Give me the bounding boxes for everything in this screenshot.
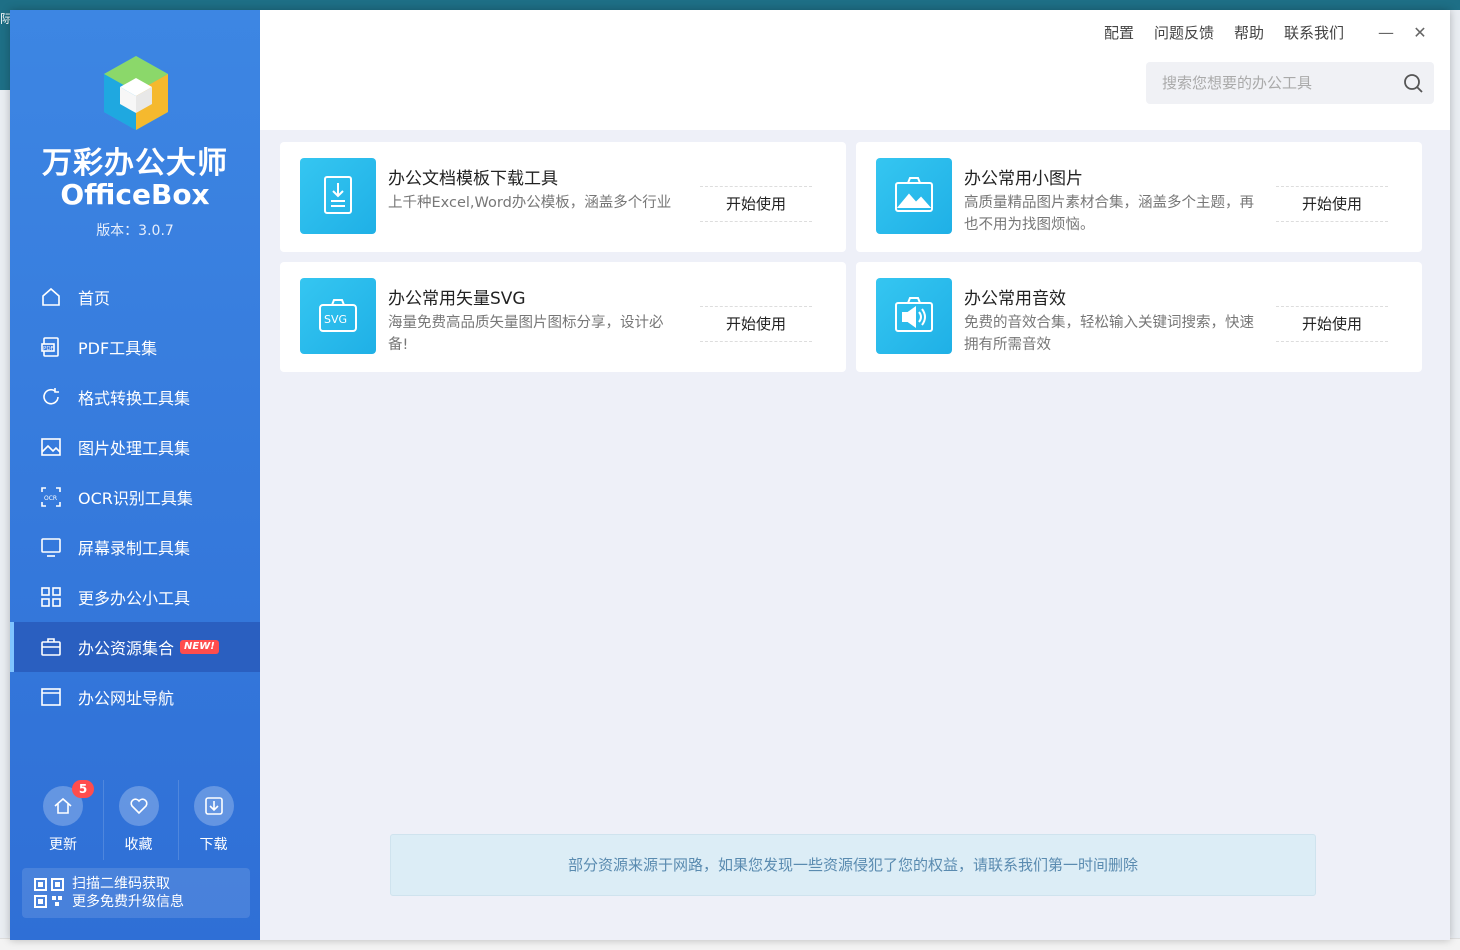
card-description: 海量免费高品质矢量图片图标分享，设计必备! — [388, 315, 664, 353]
sidebar-item-web-navigation[interactable]: 办公网址导航 — [10, 672, 260, 722]
sidebar: 万彩办公大师 OfficeBox 版本：3.0.7 首页 PDF PDF工具集 … — [10, 10, 260, 940]
sidebar-item-label: 屏幕录制工具集 — [78, 539, 191, 558]
sidebar-item-label: 办公网址导航 — [78, 689, 175, 708]
resource-cards: 办公文档模板下载工具 上千种Excel,Word办公模板，涵盖多个行业 开始使用… — [280, 142, 1432, 382]
app-window: 万彩办公大师 OfficeBox 版本：3.0.7 首页 PDF PDF工具集 … — [10, 10, 1450, 940]
sidebar-item-label: 格式转换工具集 — [78, 389, 191, 408]
sound-icon — [876, 278, 952, 354]
search-icon[interactable] — [1402, 72, 1424, 94]
sidebar-item-label: 图片处理工具集 — [78, 439, 191, 458]
picture-icon — [876, 158, 952, 234]
sidebar-item-image-tools[interactable]: 图片处理工具集 — [10, 422, 260, 472]
officebox-logo-icon — [104, 56, 168, 130]
sidebar-item-pdf[interactable]: PDF PDF工具集 — [10, 322, 260, 372]
grid-icon — [40, 586, 62, 608]
sidebar-item-label: OCR识别工具集 — [78, 489, 193, 508]
monitor-icon — [40, 536, 62, 558]
sidebar-item-office-resources[interactable]: 办公资源集合 NEW! — [10, 622, 260, 672]
brand-name-en: OfficeBox — [60, 178, 210, 211]
minimize-button[interactable]: — — [1374, 20, 1398, 44]
download-button[interactable]: 下载 — [178, 780, 248, 860]
ocr-icon: OCR — [40, 486, 62, 508]
start-button[interactable]: 开始使用 — [1276, 186, 1388, 222]
start-button[interactable]: 开始使用 — [1276, 306, 1388, 342]
card-description: 高质量精品图片素材合集，涵盖多个主题，再也不用为找图烦恼。 — [964, 195, 1254, 233]
search-input[interactable] — [1146, 62, 1396, 104]
briefcase-icon — [40, 636, 62, 658]
card-title: 办公常用矢量SVG — [388, 289, 526, 309]
heart-icon — [118, 786, 159, 826]
sidebar-item-home[interactable]: 首页 — [10, 272, 260, 322]
settings-link[interactable]: 配置 — [1104, 22, 1134, 43]
download-icon — [193, 786, 234, 826]
svg-text:SVG: SVG — [324, 313, 347, 326]
sidebar-item-screen-record[interactable]: 屏幕录制工具集 — [10, 522, 260, 572]
svg-text:PDF: PDF — [43, 346, 54, 352]
quick-actions: 5 更新 收藏 下载 — [28, 780, 248, 860]
new-badge: NEW! — [180, 640, 219, 654]
svg-icon: SVG — [300, 278, 376, 354]
help-link[interactable]: 帮助 — [1234, 22, 1264, 43]
card-vector-svg: SVG 办公常用矢量SVG 海量免费高品质矢量图片图标分享，设计必备! 开始使用 — [280, 262, 846, 372]
card-title: 办公常用小图片 — [964, 169, 1083, 189]
browser-icon — [40, 686, 62, 708]
card-title: 办公常用音效 — [964, 289, 1066, 309]
sidebar-item-ocr[interactable]: OCR OCR识别工具集 — [10, 472, 260, 522]
update-label: 更新 — [49, 837, 77, 853]
brand-name-cn: 万彩办公大师 — [42, 146, 228, 181]
copyright-notice: 部分资源来源于网路，如果您发现一些资源侵犯了您的权益，请联系我们第一时间删除 — [390, 834, 1316, 896]
qr-code-icon — [34, 878, 64, 908]
start-button[interactable]: 开始使用 — [700, 186, 812, 222]
card-description: 上千种Excel,Word办公模板，涵盖多个行业 — [388, 195, 672, 211]
update-button[interactable]: 5 更新 — [28, 780, 98, 860]
pdf-icon: PDF — [40, 336, 62, 358]
svg-text:OCR: OCR — [44, 495, 57, 502]
qr-line-2: 更多免费升级信息 — [72, 894, 184, 910]
home-icon — [40, 286, 62, 308]
qr-text: 扫描二维码获取 更多免费升级信息 — [72, 875, 184, 911]
qr-promo[interactable]: 扫描二维码获取 更多免费升级信息 — [22, 868, 250, 918]
contact-link[interactable]: 联系我们 — [1284, 22, 1344, 43]
document-download-icon — [300, 158, 376, 234]
download-label: 下载 — [199, 837, 228, 853]
start-button[interactable]: 开始使用 — [700, 306, 812, 342]
sidebar-item-label: 首页 — [78, 289, 111, 308]
card-common-pictures: 办公常用小图片 高质量精品图片素材合集，涵盖多个主题，再也不用为找图烦恼。 开始… — [856, 142, 1422, 252]
favorites-label: 收藏 — [124, 837, 153, 853]
header: 配置 问题反馈 帮助 联系我们 — ✕ — [260, 10, 1450, 130]
image-icon — [40, 436, 62, 458]
sidebar-item-format-convert[interactable]: 格式转换工具集 — [10, 372, 260, 422]
refresh-icon — [40, 386, 62, 408]
sidebar-item-label: 更多办公小工具 — [78, 589, 191, 608]
search-box — [1146, 62, 1434, 104]
header-links: 配置 问题反馈 帮助 联系我们 — ✕ — [1104, 20, 1432, 44]
qr-line-1: 扫描二维码获取 — [72, 876, 170, 892]
card-sound-effects: 办公常用音效 免费的音效合集，轻松输入关键词搜索，快速拥有所需音效 开始使用 — [856, 262, 1422, 372]
version-label: 版本：3.0.7 — [96, 223, 174, 239]
update-count-badge: 5 — [72, 780, 94, 798]
card-document-templates: 办公文档模板下载工具 上千种Excel,Word办公模板，涵盖多个行业 开始使用 — [280, 142, 846, 252]
close-button[interactable]: ✕ — [1408, 20, 1432, 44]
favorites-button[interactable]: 收藏 — [103, 780, 173, 860]
desktop-top-strip — [0, 0, 1460, 10]
card-title: 办公文档模板下载工具 — [388, 169, 558, 189]
card-description: 免费的音效合集，轻松输入关键词搜索，快速拥有所需音效 — [964, 315, 1254, 353]
sidebar-item-more-tools[interactable]: 更多办公小工具 — [10, 572, 260, 622]
sidebar-item-label: 办公资源集合 — [78, 639, 175, 658]
sidebar-item-label: PDF工具集 — [78, 339, 158, 358]
sidebar-nav: 首页 PDF PDF工具集 格式转换工具集 图片处理工具集 OCR OCR识别工… — [10, 272, 260, 722]
feedback-link[interactable]: 问题反馈 — [1154, 22, 1214, 43]
